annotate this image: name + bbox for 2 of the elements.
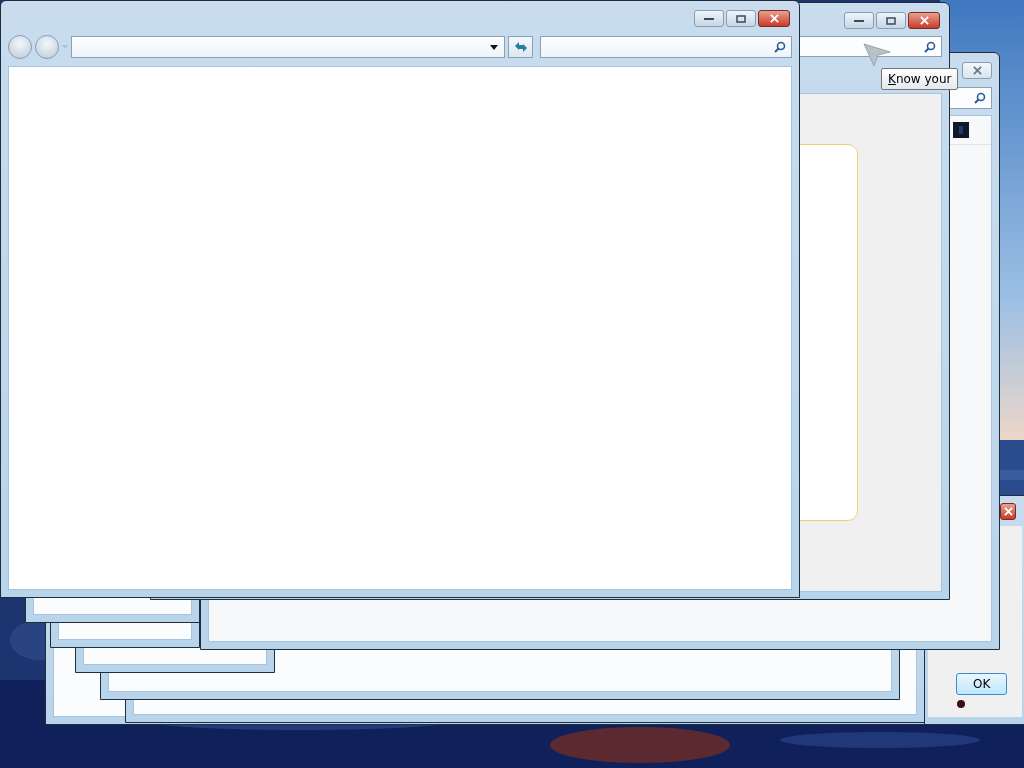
tooltip: Know your <box>881 68 959 90</box>
ok-button[interactable]: OK <box>956 673 1008 695</box>
